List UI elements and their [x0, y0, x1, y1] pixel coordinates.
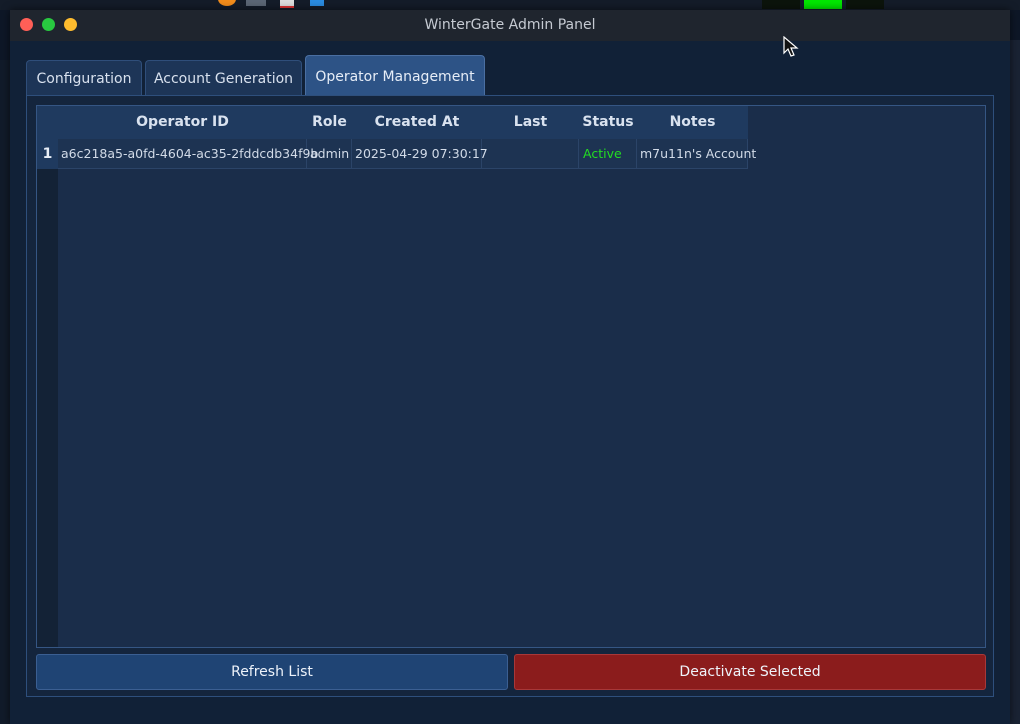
operator-management-panel: Operator ID Role Created At Last Activit…	[26, 95, 994, 697]
desktop-background: WinterGate Admin Panel Configuration Acc…	[0, 0, 1020, 724]
cell-role[interactable]: admin	[307, 139, 352, 169]
cell-notes[interactable]: m7u11n's Account	[637, 139, 756, 169]
row-number[interactable]: 1	[37, 139, 58, 169]
tab-configuration[interactable]: Configuration	[26, 60, 142, 97]
terminal-icon[interactable]	[246, 0, 266, 6]
column-header-status[interactable]: Status	[579, 106, 637, 139]
tab-account-generation[interactable]: Account Generation	[145, 60, 302, 97]
mouse-pointer-icon	[783, 36, 799, 57]
firefox-icon[interactable]	[218, 0, 236, 6]
vscode-icon[interactable]	[310, 0, 324, 6]
cpu-graph-icon	[762, 0, 800, 9]
column-header-role[interactable]: Role	[307, 106, 352, 139]
column-header-created-at[interactable]: Created At	[352, 106, 482, 139]
memory-graph-icon	[804, 0, 842, 9]
network-graph-icon	[846, 0, 884, 9]
admin-panel-window: WinterGate Admin Panel Configuration Acc…	[10, 10, 1010, 724]
top-panel-strip	[0, 0, 1020, 10]
refresh-list-button[interactable]: Refresh List	[36, 654, 508, 690]
row-header-column	[37, 139, 58, 647]
window-titlebar[interactable]: WinterGate Admin Panel	[10, 10, 1010, 41]
editor-icon[interactable]	[280, 0, 294, 8]
column-header-notes[interactable]: Notes	[637, 106, 748, 139]
background-terminal-edge	[0, 60, 10, 724]
cell-created-at[interactable]: 2025-04-29 07:30:17	[352, 139, 488, 169]
cell-operator-id[interactable]: a6c218a5-a0fd-4604-ac35-2fddcdb34f9b	[58, 139, 318, 169]
window-title: WinterGate Admin Panel	[424, 17, 596, 33]
deactivate-selected-button[interactable]: Deactivate Selected	[514, 654, 986, 690]
operators-table[interactable]: Operator ID Role Created At Last Activit…	[36, 105, 986, 648]
column-header-last-activity[interactable]: Last Activity	[482, 106, 579, 163]
table-row[interactable]: a6c218a5-a0fd-4604-ac35-2fddcdb34f9b adm…	[58, 139, 756, 169]
tab-operator-management[interactable]: Operator Management	[305, 55, 485, 98]
column-header-operator-id[interactable]: Operator ID	[58, 106, 307, 139]
table-header-row: Operator ID Role Created At Last Activit…	[58, 106, 748, 163]
cell-last-activity[interactable]	[482, 139, 579, 169]
cell-status[interactable]: Active	[579, 139, 637, 169]
table-corner-button[interactable]	[37, 106, 58, 139]
